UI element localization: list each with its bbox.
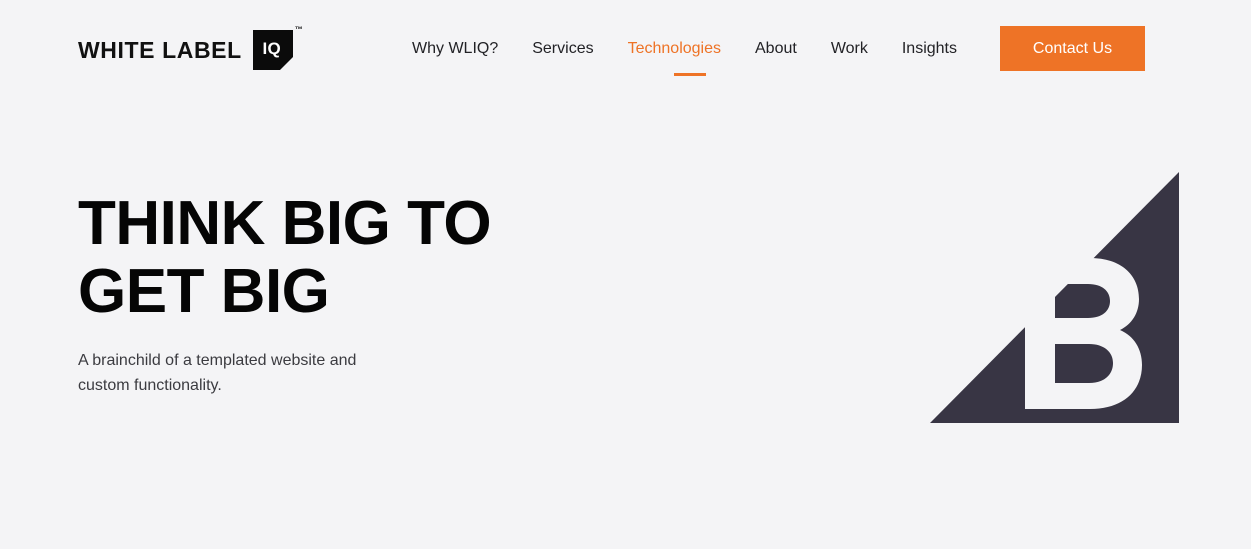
hero-title: Think Big To Get Big xyxy=(78,189,492,326)
hero-subtitle: A brainchild of a templated website and … xyxy=(78,352,357,394)
hero-section: Think Big To Get Big A brainchild of a t… xyxy=(0,0,1251,549)
hero-copy: Think Big To Get Big A brainchild of a t… xyxy=(78,190,548,398)
hero-b-triangle-graphic xyxy=(930,172,1179,423)
